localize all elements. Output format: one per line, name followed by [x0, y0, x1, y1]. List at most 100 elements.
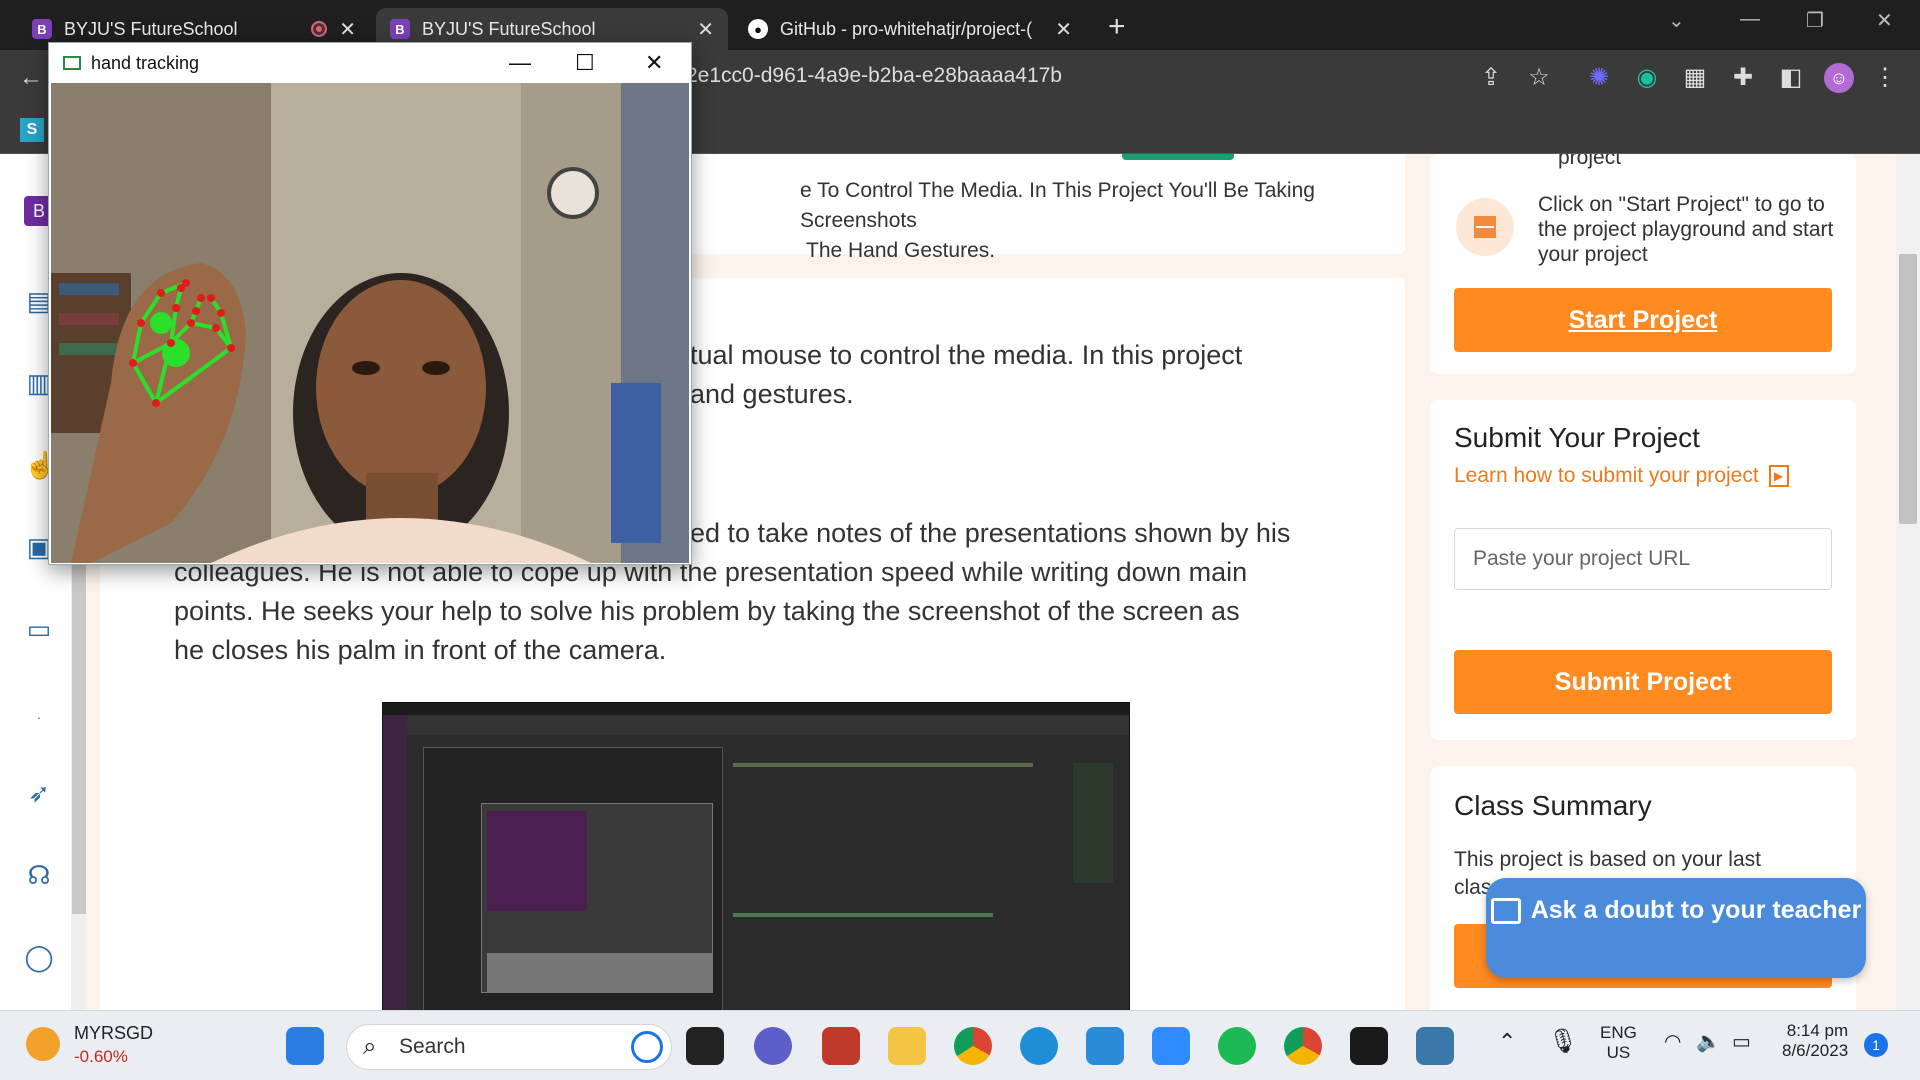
camera-window-title: hand tracking — [91, 52, 200, 73]
python-icon[interactable] — [1416, 1027, 1454, 1065]
start-hint-text: Click on "Start Project" to go to the pr… — [1538, 193, 1834, 266]
notes-icon[interactable]: ▭ — [24, 614, 54, 644]
close-window-icon[interactable]: ✕ — [1876, 8, 1893, 33]
tab-github[interactable]: ● GitHub - pro-whitehatjr/project-( ✕ — [734, 8, 1086, 50]
start-project-button[interactable]: Start Project — [1454, 288, 1832, 352]
url-field[interactable]: 2e1cc0-d961-4a9e-b2ba-e28baaaa417b — [686, 64, 1062, 88]
clock[interactable]: 8:14 pm 8/6/2023 — [1782, 1021, 1848, 1061]
chrome-icon[interactable] — [954, 1027, 992, 1065]
intro-text: e To Control The Media. In This Project … — [800, 176, 1405, 266]
language-line1: ENG — [1600, 1023, 1637, 1042]
description-line: and gestures. — [690, 379, 854, 409]
intro-line: e To Control The Media. In This Project … — [800, 179, 1315, 232]
notification-badge[interactable]: 1 — [1864, 1033, 1888, 1057]
active-tab-indicator — [1122, 154, 1234, 160]
task-view-icon[interactable] — [686, 1027, 724, 1065]
stock-symbol[interactable]: MYRSGD — [74, 1023, 153, 1044]
tab-title: BYJU'S FutureSchool — [64, 18, 238, 39]
profile-icon[interactable]: ◯ — [24, 942, 54, 972]
close-icon[interactable]: ✕ — [645, 50, 663, 76]
github-icon: ● — [748, 19, 768, 39]
byjus-icon: B — [390, 19, 410, 39]
search-label: Search — [399, 1035, 466, 1058]
file-explorer-icon[interactable] — [888, 1027, 926, 1065]
new-tab-button[interactable]: + — [1108, 10, 1126, 44]
bookmark-s-icon[interactable]: S — [20, 118, 44, 142]
ask-doubt-button[interactable]: Ask a doubt to your teacher — [1486, 878, 1866, 978]
ask-doubt-label: Ask a doubt to your teacher — [1530, 896, 1862, 924]
extension-icon[interactable]: ✺ — [1584, 63, 1614, 93]
wifi-icon[interactable]: ◠ — [1664, 1029, 1681, 1054]
taskbar-search-box[interactable]: ⌕ Search — [346, 1024, 672, 1070]
spotify-icon[interactable] — [1218, 1027, 1256, 1065]
project-tail-text: project — [1558, 154, 1622, 169]
description-line: tual mouse to control the media. In this… — [690, 340, 1243, 370]
submit-project-card: Submit Your Project Learn how to submit … — [1430, 400, 1856, 740]
bing-icon — [631, 1031, 663, 1063]
language-indicator[interactable]: ENG US — [1600, 1023, 1637, 1063]
chat-icon — [1490, 898, 1521, 925]
start-button-icon[interactable] — [286, 1027, 324, 1065]
tab-search-icon[interactable]: ⌄ — [1668, 8, 1685, 33]
close-icon[interactable]: ✕ — [697, 17, 714, 42]
submit-project-button[interactable]: Submit Project — [1454, 650, 1832, 714]
volume-icon[interactable]: 🔈 — [1696, 1029, 1721, 1054]
search-icon: ⌕ — [363, 1033, 377, 1060]
story-line: points. He seeks your help to solve his … — [174, 596, 1240, 626]
back-icon[interactable]: ← — [16, 63, 46, 93]
submit-title: Submit Your Project — [1454, 422, 1700, 453]
right-scrollbar-thumb[interactable] — [1899, 254, 1917, 524]
minimize-icon[interactable]: — — [509, 50, 531, 76]
intro-line: The Hand Gestures. — [806, 239, 996, 262]
story-line: ed to take notes of the presentations sh… — [690, 518, 1291, 548]
submit-help-link-text: Learn how to submit your project — [1454, 464, 1759, 487]
chat-app-icon[interactable] — [754, 1027, 792, 1065]
side-panel-icon[interactable]: ◧ — [1776, 63, 1806, 93]
class-summary-text: This project is based on your last — [1454, 848, 1761, 871]
grid-extension-icon[interactable]: ▦ — [1680, 63, 1710, 93]
profile-avatar[interactable]: ☺ — [1824, 63, 1854, 93]
minimize-icon[interactable]: — — [1740, 8, 1760, 31]
windows-taskbar: MYRSGD -0.60% ⌕ Search ⌃ 🎙 ENG US ◠ 🔈 ▭ … — [0, 1010, 1920, 1080]
restore-icon[interactable]: ❐ — [1806, 8, 1824, 33]
grammarly-icon[interactable]: ◉ — [1632, 63, 1662, 93]
snipping-tool-icon[interactable] — [822, 1027, 860, 1065]
maximize-icon[interactable]: ☐ — [575, 50, 595, 76]
chevron-up-icon[interactable]: ⌃ — [1498, 1029, 1516, 1055]
stock-change: -0.60% — [74, 1047, 128, 1066]
zoom-icon[interactable] — [1152, 1027, 1190, 1065]
clock-date: 8/6/2023 — [1782, 1041, 1849, 1060]
terminal-icon[interactable] — [1350, 1027, 1388, 1065]
vscode-icon[interactable] — [1086, 1027, 1124, 1065]
submit-help-link[interactable]: Learn how to submit your project ▶ — [1454, 464, 1789, 488]
window-app-icon — [63, 56, 81, 70]
byjus-icon: B — [32, 19, 52, 39]
recording-icon — [311, 21, 328, 37]
camera-feed — [51, 83, 689, 563]
teacher-icon[interactable]: ☊ — [24, 860, 54, 890]
chrome-profile-icon[interactable] — [1284, 1027, 1322, 1065]
close-icon[interactable]: ✕ — [1055, 17, 1072, 42]
edge-icon[interactable] — [1020, 1027, 1058, 1065]
camera-window-titlebar[interactable]: hand tracking — ☐ ✕ — [49, 43, 691, 83]
stock-widget-icon[interactable] — [26, 1027, 60, 1061]
battery-icon[interactable]: ▭ — [1732, 1029, 1751, 1054]
microphone-icon[interactable]: 🎙 — [1548, 1027, 1578, 1056]
hand-tracking-window[interactable]: hand tracking — ☐ ✕ — [48, 42, 692, 565]
rocket-icon[interactable]: ➶ — [24, 778, 54, 808]
dot-icon: · — [36, 709, 42, 725]
tab-title: GitHub - pro-whitehatjr/project-( — [780, 18, 1033, 39]
close-icon[interactable]: ✕ — [339, 17, 356, 42]
class-summary-title: Class Summary — [1454, 790, 1652, 821]
start-project-card: project Click on "Start Project" to go t… — [1430, 154, 1856, 374]
puzzle-icon[interactable]: ✚ — [1728, 63, 1758, 93]
clock-time: 8:14 pm — [1786, 1021, 1849, 1040]
story-line: he closes his palm in front of the camer… — [174, 635, 667, 665]
project-screenshot-image — [382, 702, 1130, 1010]
share-icon[interactable]: ⇪ — [1476, 63, 1506, 93]
project-url-input[interactable]: Paste your project URL — [1454, 528, 1832, 590]
playground-icon — [1456, 198, 1514, 256]
bookmark-star-icon[interactable]: ☆ — [1524, 63, 1554, 93]
menu-icon[interactable]: ⋮ — [1870, 63, 1900, 93]
language-line2: US — [1606, 1043, 1631, 1062]
